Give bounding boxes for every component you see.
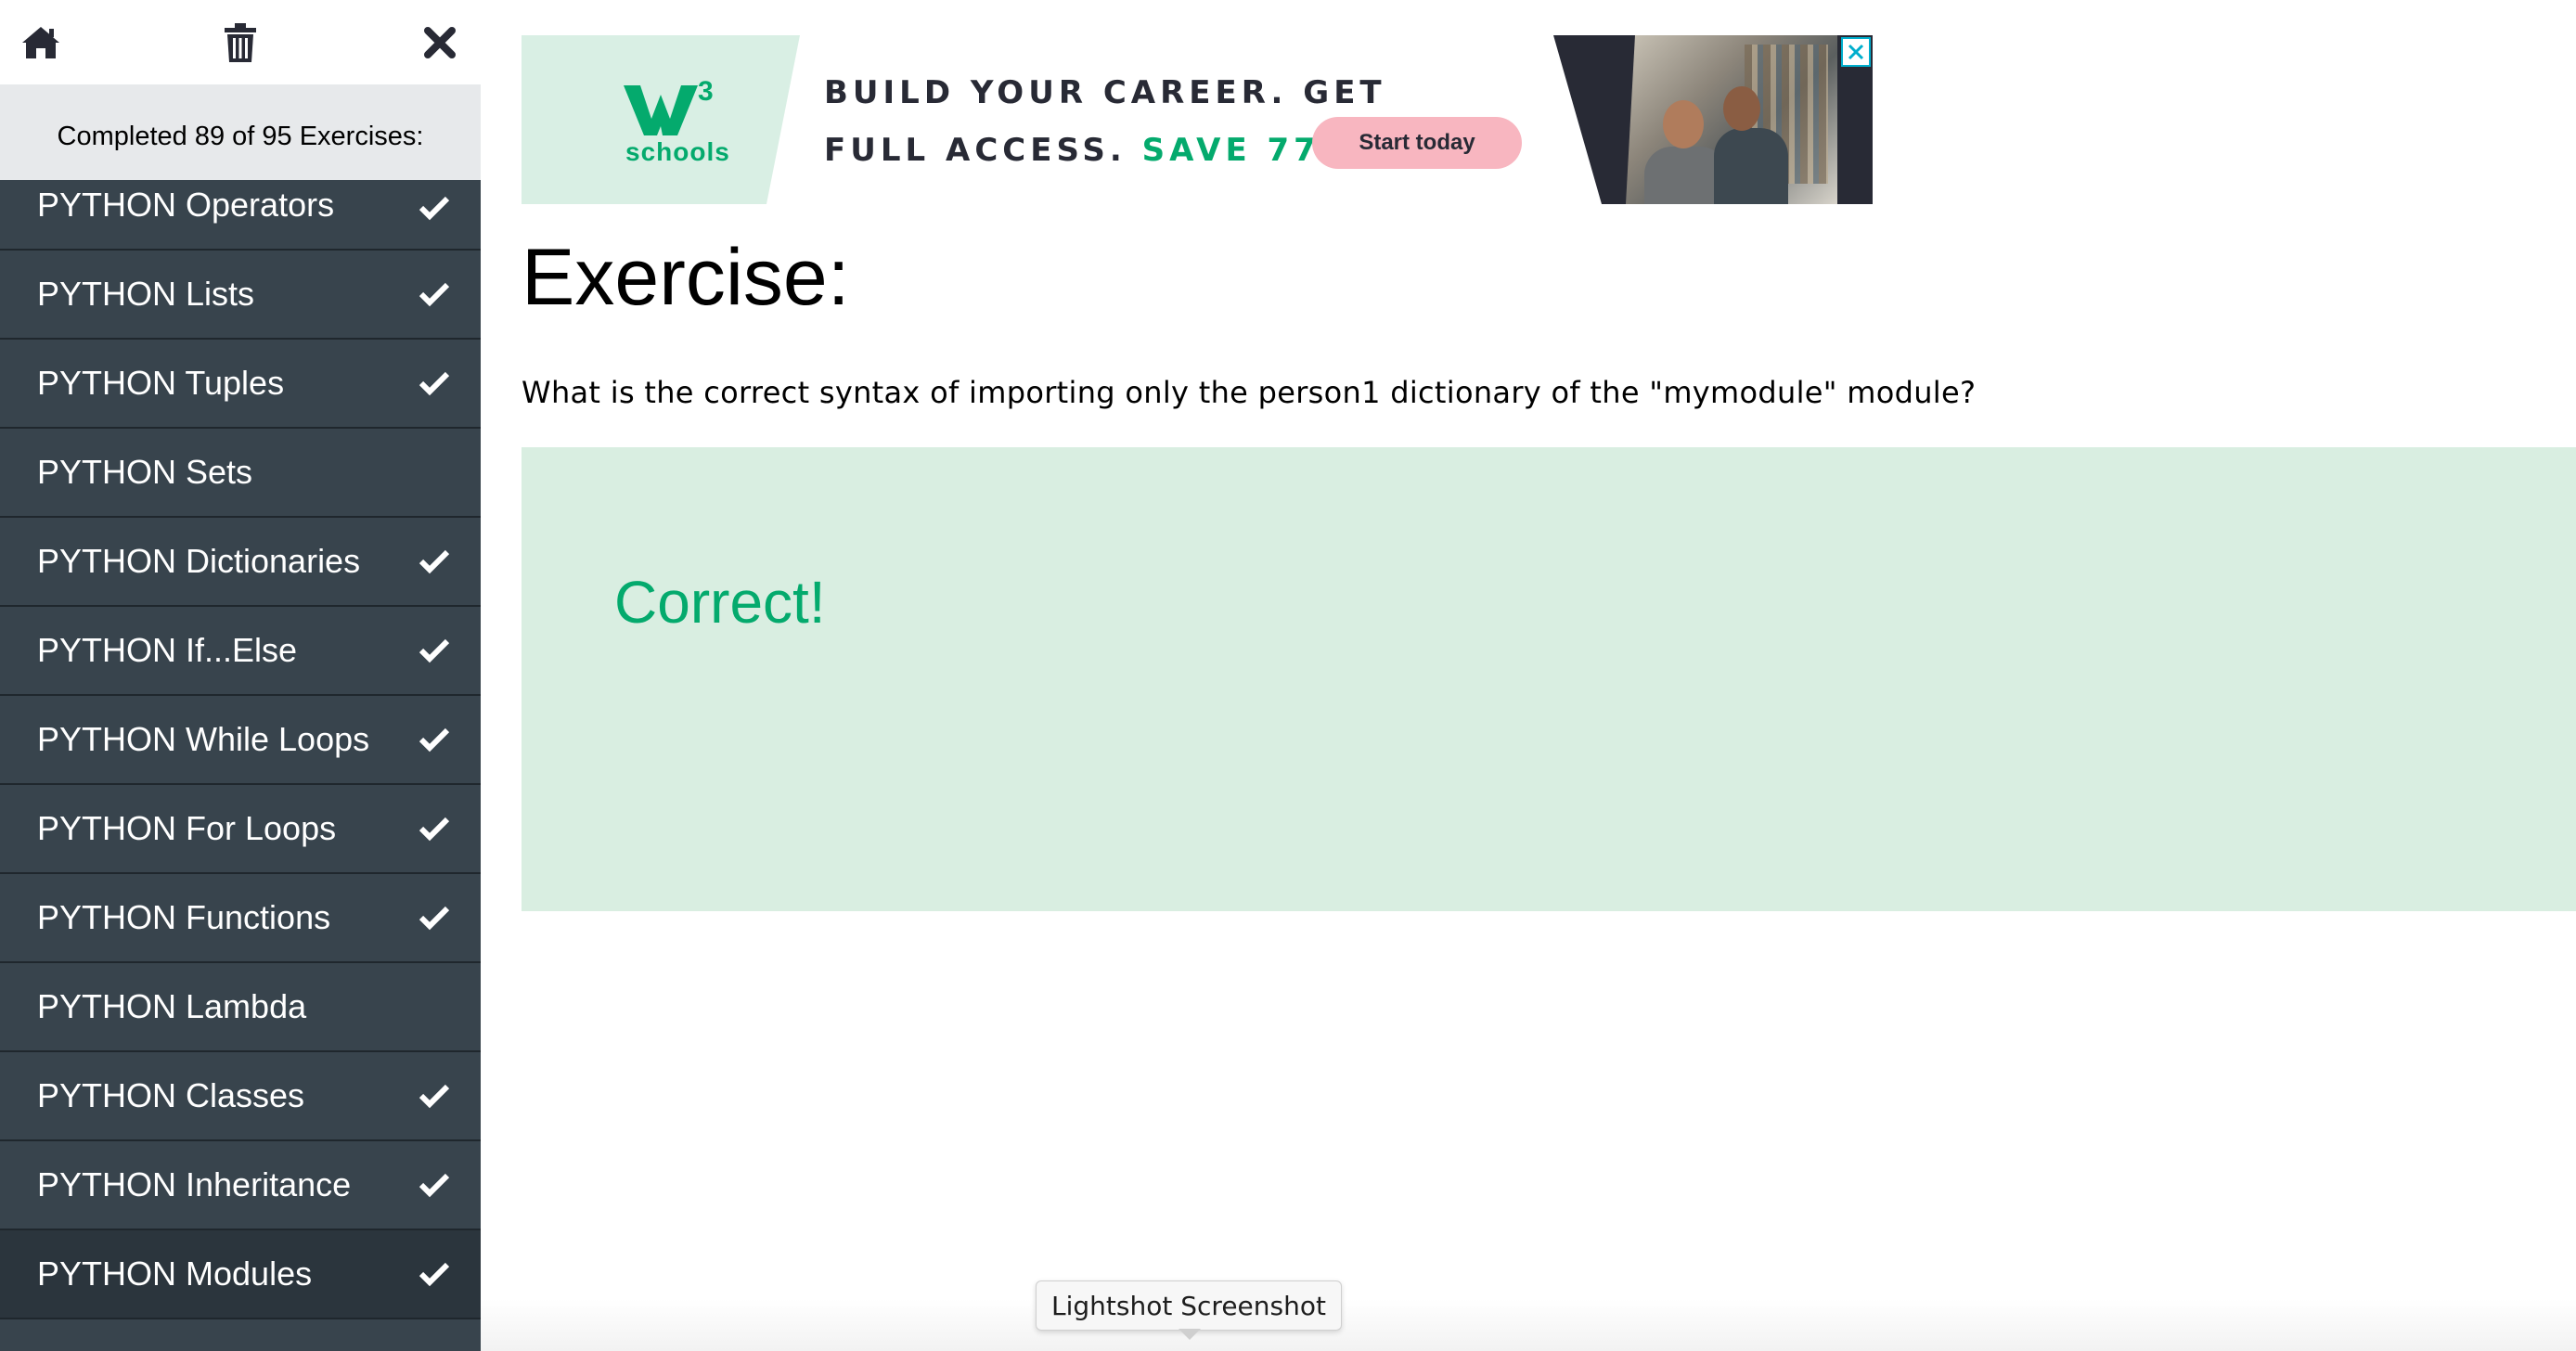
ad-photo-head	[1723, 86, 1760, 131]
menu-item-label: PYTHON Classes	[37, 1076, 305, 1114]
home-button[interactable]	[20, 22, 61, 63]
close-sidebar-button[interactable]	[419, 22, 460, 63]
reset-progress-button[interactable]	[220, 22, 261, 63]
ad-close-button[interactable]	[1841, 37, 1871, 67]
menu-item-label: PYTHON Functions	[37, 898, 331, 936]
result-message: Correct!	[614, 569, 826, 636]
menu-item-label: PYTHON Dictionaries	[37, 542, 361, 580]
menu-item-label: PYTHON Inheritance	[37, 1165, 352, 1203]
progress-summary: Completed 89 of 95 Exercises:	[0, 84, 481, 180]
menu-item-sets[interactable]: PYTHON Sets	[0, 429, 481, 518]
menu-item-next[interactable]	[0, 1319, 481, 1351]
menu-item-for-loops[interactable]: PYTHON For Loops	[0, 785, 481, 874]
ad-photo-head	[1663, 100, 1704, 148]
result-panel: Correct!	[522, 447, 2576, 911]
ad-banner[interactable]: 3 schools BUILD YOUR CAREER. GET FULL AC…	[522, 35, 1873, 204]
checkmark-icon	[418, 277, 451, 311]
menu-item-label: PYTHON Operators	[37, 186, 335, 224]
exercise-question: What is the correct syntax of importing …	[522, 375, 1977, 410]
page-title: Exercise:	[522, 233, 850, 322]
menu-item-operators[interactable]: PYTHON Operators	[0, 180, 481, 251]
ad-headline: BUILD YOUR CAREER. GET	[824, 74, 1386, 111]
ad-subheadline: FULL ACCESS. SAVE 770$	[824, 132, 1373, 169]
checkmark-icon	[418, 634, 451, 667]
sidebar-toolbar	[0, 0, 481, 84]
menu-item-tuples[interactable]: PYTHON Tuples	[0, 340, 481, 429]
menu-item-label: PYTHON For Loops	[37, 809, 337, 847]
ad-photo	[1626, 35, 1837, 204]
menu-item-label: PYTHON Lambda	[37, 987, 307, 1025]
menu-item-while-loops[interactable]: PYTHON While Loops	[0, 696, 481, 785]
menu-item-label: PYTHON Sets	[37, 453, 253, 491]
menu-item-classes[interactable]: PYTHON Classes	[0, 1052, 481, 1141]
checkmark-icon	[418, 191, 451, 225]
menu-item-modules[interactable]: PYTHON Modules	[0, 1230, 481, 1319]
menu-item-functions[interactable]: PYTHON Functions	[0, 874, 481, 963]
menu-item-label: PYTHON Modules	[37, 1254, 313, 1293]
menu-item-label: PYTHON Lists	[37, 275, 255, 313]
ad-logo-mark: 3	[698, 76, 714, 107]
menu-item-label: PYTHON If...Else	[37, 631, 298, 669]
ad-logo-text: schools	[625, 137, 730, 166]
exercise-menu: PYTHON Operators PYTHON Lists PYTHON Tup…	[0, 180, 481, 1351]
trash-icon	[225, 22, 256, 62]
checkmark-icon	[418, 812, 451, 845]
close-icon	[1848, 44, 1864, 60]
checkmark-icon	[418, 1257, 451, 1291]
menu-item-label: PYTHON While Loops	[37, 720, 370, 758]
checkmark-icon	[418, 545, 451, 578]
menu-item-dictionaries[interactable]: PYTHON Dictionaries	[0, 518, 481, 607]
menu-item-if-else[interactable]: PYTHON If...Else	[0, 607, 481, 696]
menu-item-lists[interactable]: PYTHON Lists	[0, 251, 481, 340]
checkmark-icon	[418, 901, 451, 934]
menu-item-lambda[interactable]: PYTHON Lambda	[0, 963, 481, 1052]
ad-start-today-button[interactable]: Start today	[1312, 117, 1522, 169]
window-bottom-edge	[481, 1299, 2576, 1351]
checkmark-icon	[418, 1168, 451, 1202]
home-icon	[22, 26, 59, 58]
menu-item-label: PYTHON Tuples	[37, 364, 285, 402]
checkmark-icon	[418, 367, 451, 400]
checkmark-icon	[418, 1079, 451, 1113]
checkmark-icon	[418, 723, 451, 756]
ad-subheadline-prefix: FULL ACCESS.	[824, 132, 1127, 169]
ad-photo-person	[1714, 128, 1788, 204]
tooltip: Lightshot Screenshot	[1036, 1280, 1342, 1331]
tooltip-pointer	[1179, 1329, 1201, 1340]
exercise-sidebar: Completed 89 of 95 Exercises: PYTHON Ope…	[0, 0, 481, 1351]
menu-item-inheritance[interactable]: PYTHON Inheritance	[0, 1141, 481, 1230]
w3schools-logo-icon	[624, 85, 698, 135]
close-icon	[424, 26, 456, 58]
